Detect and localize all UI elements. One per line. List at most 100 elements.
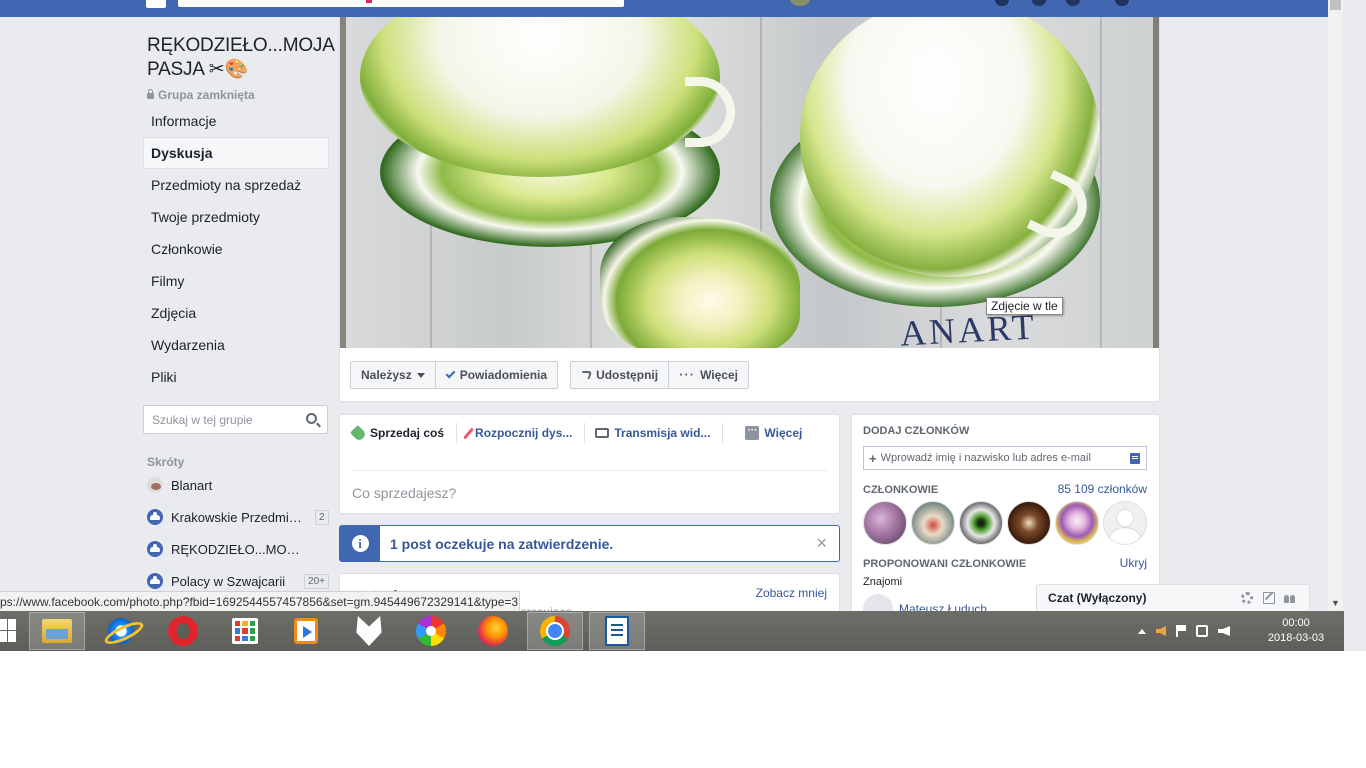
taskbar-firefox[interactable] <box>465 612 521 650</box>
group-privacy-label: Grupa zamknięta <box>158 88 255 102</box>
taskbar-picasa[interactable] <box>403 612 459 650</box>
notifications-label: Powiadomienia <box>459 368 548 382</box>
windows-taskbar: 00:00 2018-03-03 <box>0 611 1344 651</box>
nav-item-zdjecia[interactable]: Zdjęcia <box>143 297 329 329</box>
taskbar-opera[interactable] <box>155 612 211 650</box>
friend-requests-icon[interactable] <box>995 0 1009 6</box>
check-icon <box>445 368 456 379</box>
composer-prompt[interactable]: Co sprzedajesz? <box>352 485 456 501</box>
add-members-field: + <box>863 446 1147 470</box>
search-icon[interactable] <box>306 413 317 424</box>
composer-tab-sell[interactable]: Sprzedaj coś <box>350 423 458 443</box>
composer-tab-label: Sprzedaj coś <box>370 426 445 440</box>
group-search-input[interactable] <box>144 406 294 433</box>
nav-item-przedmioty-na-sprzedaz[interactable]: Przedmioty na sprzedaż <box>143 169 329 201</box>
volume-icon[interactable] <box>1218 626 1230 636</box>
facebook-logo-icon[interactable] <box>146 0 166 8</box>
member-avatar[interactable] <box>959 501 1003 545</box>
default-avatar-icon[interactable] <box>1103 501 1147 545</box>
group-title[interactable]: RĘKODZIEŁO...MOJA PASJA ✂🎨 <box>143 34 334 82</box>
address-book-icon[interactable] <box>1130 452 1140 464</box>
nav-item-czlonkowie[interactable]: Członkowie <box>143 233 329 265</box>
shortcut-item[interactable]: RĘKODZIEŁO...MOJA PASJA <box>143 533 329 565</box>
taskbar-video-app[interactable] <box>278 612 334 650</box>
taskbar-apps[interactable] <box>217 612 273 650</box>
member-avatar[interactable] <box>1055 501 1099 545</box>
taskbar-file-explorer[interactable] <box>29 612 85 650</box>
member-avatar[interactable] <box>863 501 907 545</box>
hide-link[interactable]: Ukryj <box>1120 556 1147 570</box>
action-center-flag-icon[interactable] <box>1176 625 1186 637</box>
internet-explorer-icon <box>106 616 136 646</box>
chrome-icon <box>540 616 570 646</box>
shortcut-item[interactable]: Krakowskie Przedmioty 2 <box>143 501 329 533</box>
profile-avatar[interactable] <box>790 0 810 6</box>
page-scrollbar[interactable]: ▼ <box>1328 0 1343 611</box>
pending-text[interactable]: 1 post oczekuje na zatwierdzenie. <box>390 536 613 552</box>
group-nav: Informacje Dyskusja Przedmioty na sprzed… <box>143 105 329 393</box>
nav-item-informacje[interactable]: Informacje <box>143 105 329 137</box>
nav-item-dyskusja[interactable]: Dyskusja <box>143 137 329 169</box>
cover-actions: Należysz Powiadomienia Udostępnij ··· Wię… <box>350 361 749 389</box>
composer-tab-label: Transmisja wid... <box>614 426 711 440</box>
more-dots-icon <box>745 425 760 440</box>
add-members-input[interactable] <box>876 452 1130 464</box>
see-less-link[interactable]: Zobacz mniej <box>756 586 827 600</box>
photo-frame-left <box>340 17 346 348</box>
composer-tabs: Sprzedaj coś Rozpocznij dys... Transmisj… <box>350 423 830 443</box>
member-avatar[interactable] <box>911 501 955 545</box>
page-avatar-icon <box>147 477 163 493</box>
taskbar-writer[interactable] <box>589 612 645 650</box>
taskbar-fox-app[interactable] <box>341 612 397 650</box>
nav-item-pliki[interactable]: Pliki <box>143 361 329 393</box>
member-avatar[interactable] <box>1007 501 1051 545</box>
document-writer-icon <box>605 616 629 646</box>
opera-icon <box>168 616 198 646</box>
scroll-down-arrow-icon[interactable]: ▼ <box>1331 598 1340 608</box>
video-player-icon <box>294 618 318 644</box>
messages-icon[interactable] <box>1032 0 1046 6</box>
composer-divider <box>352 470 827 471</box>
chat-bar[interactable]: Czat (Wyłączony) <box>1036 584 1310 611</box>
nav-item-wydarzenia[interactable]: Wydarzenia <box>143 329 329 361</box>
taskbar-chrome[interactable] <box>527 612 583 650</box>
speaker-alert-icon[interactable] <box>1156 626 1166 636</box>
composer-tab-more[interactable]: Więcej <box>745 423 814 443</box>
share-button[interactable]: Udostępnij <box>570 361 670 389</box>
close-icon[interactable]: × <box>816 533 827 554</box>
gear-icon[interactable] <box>1241 592 1253 604</box>
windows-start-icon[interactable] <box>0 619 16 643</box>
proposed-members-heading: PROPONOWANI CZŁONKOWIE <box>863 558 1027 570</box>
show-hidden-icons-icon[interactable] <box>1138 628 1146 634</box>
share-label: Udostępnij <box>596 368 659 382</box>
folder-icon <box>42 619 72 643</box>
nav-item-twoje-przedmioty[interactable]: Twoje przedmioty <box>143 201 329 233</box>
taskbar-clock[interactable]: 00:00 2018-03-03 <box>1258 616 1334 646</box>
top-search-input[interactable] <box>178 0 624 7</box>
wood-plank <box>1100 17 1102 348</box>
group-icon <box>147 573 163 589</box>
members-count-link[interactable]: 85 109 członków <box>1058 482 1147 496</box>
help-icon[interactable] <box>1115 0 1129 6</box>
more-label: Więcej <box>700 368 738 382</box>
shortcuts-heading: Skróty <box>147 455 185 469</box>
notifications-icon[interactable] <box>1066 0 1080 6</box>
shortcut-item[interactable]: Blanart <box>143 469 329 501</box>
composer-tab-live-video[interactable]: Transmisja wid... <box>595 423 724 443</box>
facebook-top-bar <box>0 0 1328 17</box>
composer-tab-discussion[interactable]: Rozpocznij dys... <box>463 423 586 443</box>
shortcut-label: Polacy w Szwajcarii <box>171 573 286 589</box>
scrollbar-thumb[interactable] <box>1330 0 1341 10</box>
network-icon[interactable] <box>1196 625 1208 637</box>
firefox-icon <box>478 616 508 646</box>
new-message-icon[interactable] <box>1263 592 1275 604</box>
member-button[interactable]: Należysz <box>350 361 436 389</box>
taskbar-internet-explorer[interactable] <box>93 612 149 650</box>
contacts-icon[interactable] <box>1284 592 1296 604</box>
pending-posts-banner[interactable]: i 1 post oczekuje na zatwierdzenie. × <box>339 525 840 562</box>
notifications-button[interactable]: Powiadomienia <box>435 361 559 389</box>
chat-label: Czat (Wyłączony) <box>1048 591 1147 605</box>
nav-item-filmy[interactable]: Filmy <box>143 265 329 297</box>
shortcut-label: RĘKODZIEŁO...MOJA PASJA <box>171 541 303 557</box>
more-button[interactable]: ··· Więcej <box>669 361 749 389</box>
